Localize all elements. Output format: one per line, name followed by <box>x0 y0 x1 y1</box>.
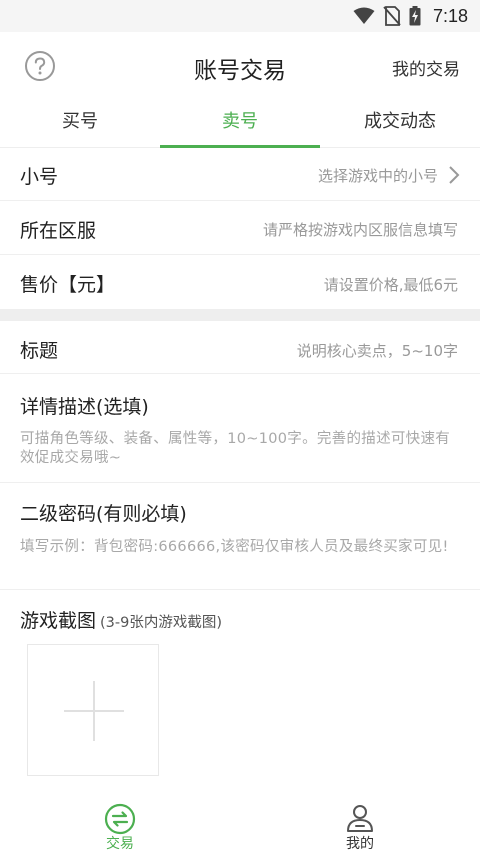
tab-deals[interactable]: 成交动态 <box>320 98 480 147</box>
title-label: 标题 <box>20 340 59 362</box>
description-block[interactable]: 详情描述(选填) 可描角色等级、装备、属性等，10~100字。完善的描述可快速有… <box>0 374 480 483</box>
title-input[interactable]: 说明核心卖点，5~10字 <box>297 340 458 361</box>
tab-sell[interactable]: 卖号 <box>160 98 320 148</box>
status-icons: 7:18 <box>353 4 468 28</box>
password-input[interactable]: 填写示例：背包密码:666666,该密码仅审核人员及最终买家可见! <box>20 538 460 557</box>
battery-charging-icon <box>409 6 421 26</box>
status-bar: 7:18 <box>0 0 480 32</box>
top-app-bar: 账号交易 我的交易 <box>0 32 480 98</box>
screenshots-hint: (3-9张内游戏截图) <box>100 615 223 631</box>
password-label: 二级密码(有则必填) <box>20 503 187 525</box>
screenshots-heading: 游戏截图 (3-9张内游戏截图) <box>20 606 222 633</box>
server-input[interactable]: 请严格按游戏内区服信息填写 <box>263 219 458 240</box>
chevron-right-icon <box>449 166 460 184</box>
price-label: 售价【元】 <box>20 274 116 296</box>
account-label: 小号 <box>20 166 59 188</box>
account-select[interactable]: 选择游戏中的小号 <box>318 165 438 186</box>
section-divider <box>0 309 480 321</box>
tab-buy[interactable]: 买号 <box>0 98 160 147</box>
exchange-icon <box>104 803 136 835</box>
description-input[interactable]: 可描角色等级、装备、属性等，10~100字。完善的描述可快速有效促成交易哦~ <box>20 430 460 468</box>
user-icon <box>347 805 373 832</box>
server-row[interactable]: 所在区服 请严格按游戏内区服信息填写 <box>0 201 480 255</box>
nav-trade[interactable]: 交易 <box>0 797 240 853</box>
server-label: 所在区服 <box>20 220 97 242</box>
price-row[interactable]: 售价【元】 请设置价格,最低6元 <box>0 255 480 309</box>
add-screenshot-button[interactable] <box>27 644 159 776</box>
no-sim-icon <box>383 6 401 26</box>
bottom-nav: 交易 我的 <box>0 797 480 853</box>
title-row[interactable]: 标题 说明核心卖点，5~10字 <box>0 321 480 374</box>
trade-tabs: 买号 卖号 成交动态 <box>0 98 480 148</box>
screenshots-label: 游戏截图 <box>20 610 97 632</box>
description-label: 详情描述(选填) <box>20 396 149 418</box>
password-block[interactable]: 二级密码(有则必填) 填写示例：背包密码:666666,该密码仅审核人员及最终买… <box>0 483 480 590</box>
account-row[interactable]: 小号 选择游戏中的小号 <box>0 148 480 201</box>
wifi-icon <box>353 7 375 24</box>
question-circle-icon[interactable] <box>24 50 56 82</box>
status-time: 7:18 <box>432 5 468 26</box>
nav-trade-label: 交易 <box>106 836 134 852</box>
my-trades-link[interactable]: 我的交易 <box>392 55 460 80</box>
nav-mine[interactable]: 我的 <box>240 797 480 853</box>
price-input[interactable]: 请设置价格,最低6元 <box>324 274 458 295</box>
nav-mine-label: 我的 <box>346 836 374 852</box>
